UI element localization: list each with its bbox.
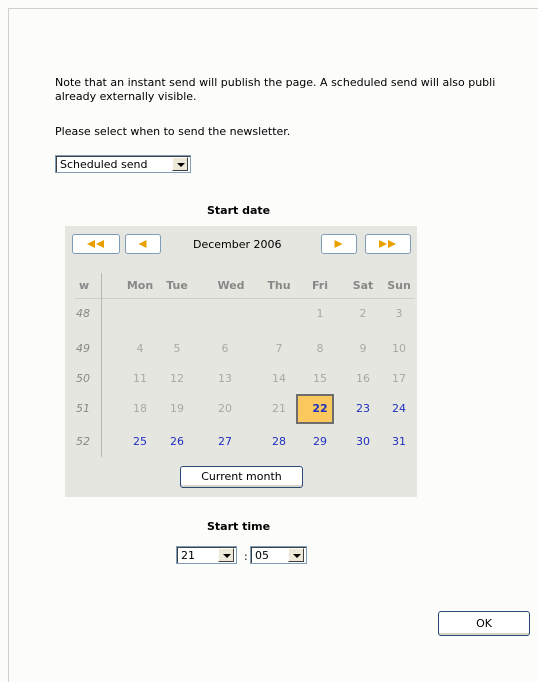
calendar-day: 6	[221, 342, 229, 355]
calendar-day: 13	[218, 372, 232, 385]
frame-border-left	[8, 8, 9, 682]
day-header-mon: Mon	[126, 279, 154, 292]
calendar-day: 5	[173, 342, 181, 355]
current-month-button[interactable]: Current month	[180, 466, 303, 488]
minute-value: 05	[255, 549, 269, 562]
calendar-day[interactable]: 28	[264, 435, 294, 449]
calendar-day-today[interactable]: 22	[305, 402, 335, 416]
send-mode-value: Scheduled send	[60, 158, 148, 171]
calendar-day: 20	[218, 402, 232, 415]
send-mode-select[interactable]: Scheduled send	[55, 155, 191, 173]
day-header-sun: Sun	[387, 279, 411, 292]
calendar-day: 21	[272, 402, 286, 415]
hour-select[interactable]: 21	[176, 546, 237, 564]
ok-button[interactable]: OK	[438, 611, 530, 636]
calendar-day: 15	[313, 372, 327, 385]
double-left-arrow-icon	[87, 240, 104, 248]
calendar-day: 7	[275, 342, 283, 355]
calendar-day: 2	[359, 307, 367, 320]
calendar: December 2006	[65, 226, 417, 497]
calendar-day: 4	[136, 342, 144, 355]
prev-year-button[interactable]	[72, 234, 120, 254]
prev-month-button[interactable]	[125, 234, 161, 254]
calendar-day[interactable]: 26	[162, 435, 192, 449]
day-header-fri: Fri	[311, 279, 328, 292]
calendar-day[interactable]: 31	[384, 435, 414, 449]
calendar-day: 16	[356, 372, 370, 385]
week-number: 48	[76, 307, 90, 320]
calendar-day[interactable]: 30	[348, 435, 378, 449]
calendar-day[interactable]: 27	[210, 435, 240, 449]
next-year-button[interactable]	[365, 234, 411, 254]
day-header-thu: Thu	[267, 279, 291, 292]
calendar-day[interactable]: 24	[384, 402, 414, 416]
calendar-day: 3	[395, 307, 403, 320]
calendar-day[interactable]: 25	[125, 435, 155, 449]
week-number: 49	[76, 342, 90, 355]
calendar-day: 11	[133, 372, 147, 385]
day-header-tue: Tue	[166, 279, 188, 292]
day-header-sat: Sat	[352, 279, 374, 292]
header-divider	[75, 298, 415, 299]
info-note-line2: already externally visible.	[55, 90, 197, 103]
time-separator: :	[244, 550, 248, 563]
week-number: 52	[76, 435, 90, 448]
chevron-down-icon[interactable]	[288, 548, 304, 562]
info-note-line1: Note that an instant send will publish t…	[55, 76, 496, 89]
start-date-label: Start date	[207, 204, 271, 217]
left-arrow-icon	[138, 240, 147, 248]
calendar-day: 17	[392, 372, 406, 385]
calendar-day: 10	[392, 342, 406, 355]
calendar-day: 1	[316, 307, 324, 320]
info-note: Note that an instant send will publish t…	[55, 76, 538, 104]
calendar-day[interactable]: 29	[305, 435, 335, 449]
next-month-button[interactable]	[321, 234, 357, 254]
chevron-down-icon[interactable]	[172, 157, 188, 171]
frame-border-top	[8, 8, 538, 9]
week-number: 50	[76, 372, 90, 385]
chevron-down-icon[interactable]	[218, 548, 234, 562]
start-time-label: Start time	[207, 520, 271, 533]
minute-select[interactable]: 05	[250, 546, 307, 564]
week-number: 51	[76, 402, 90, 415]
calendar-day[interactable]: 23	[348, 402, 378, 416]
month-label: December 2006	[193, 238, 282, 251]
calendar-day: 19	[170, 402, 184, 415]
week-column-header: w	[79, 279, 90, 292]
double-right-arrow-icon	[379, 240, 396, 248]
hour-value: 21	[181, 549, 195, 562]
send-prompt: Please select when to send the newslette…	[55, 125, 291, 138]
week-column-divider	[101, 273, 102, 457]
calendar-day: 9	[359, 342, 367, 355]
calendar-day: 12	[170, 372, 184, 385]
right-arrow-icon	[334, 240, 343, 248]
day-header-wed: Wed	[217, 279, 245, 292]
calendar-day: 8	[316, 342, 324, 355]
calendar-day: 18	[133, 402, 147, 415]
calendar-day: 14	[272, 372, 286, 385]
